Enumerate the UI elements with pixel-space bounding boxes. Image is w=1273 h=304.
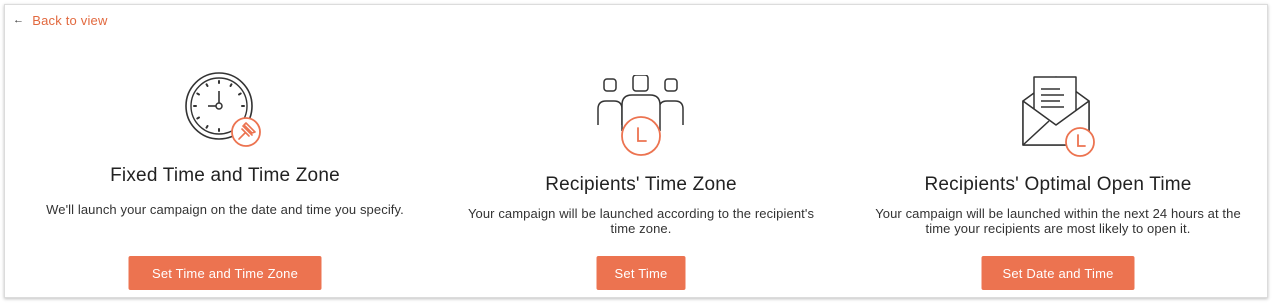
set-time-button[interactable]: Set Time: [596, 256, 686, 290]
option-title: Recipients' Time Zone: [545, 174, 737, 195]
option-recipients-time-zone: Recipients' Time Zone Your campaign will…: [431, 5, 851, 297]
option-description: Your campaign will be launched within th…: [875, 206, 1241, 236]
option-title: Recipients' Optimal Open Time: [924, 174, 1192, 195]
option-title: Fixed Time and Time Zone: [110, 165, 340, 186]
option-optimal-open-time: Recipients' Optimal Open Time Your campa…: [848, 5, 1268, 297]
envelope-clock-icon: [1016, 75, 1100, 166]
option-fixed-time: Fixed Time and Time Zone We'll launch yo…: [15, 5, 435, 297]
option-description: We'll launch your campaign on the date a…: [46, 202, 404, 217]
recipients-clock-icon: [593, 74, 689, 164]
set-date-and-time-button[interactable]: Set Date and Time: [981, 256, 1135, 290]
option-description: Your campaign will be launched according…: [467, 206, 815, 236]
schedule-options-panel: ← Back to view Fixed Time and Time Zone …: [4, 4, 1268, 298]
clock-pin-icon: [184, 71, 266, 158]
set-time-and-time-zone-button[interactable]: Set Time and Time Zone: [128, 256, 322, 290]
